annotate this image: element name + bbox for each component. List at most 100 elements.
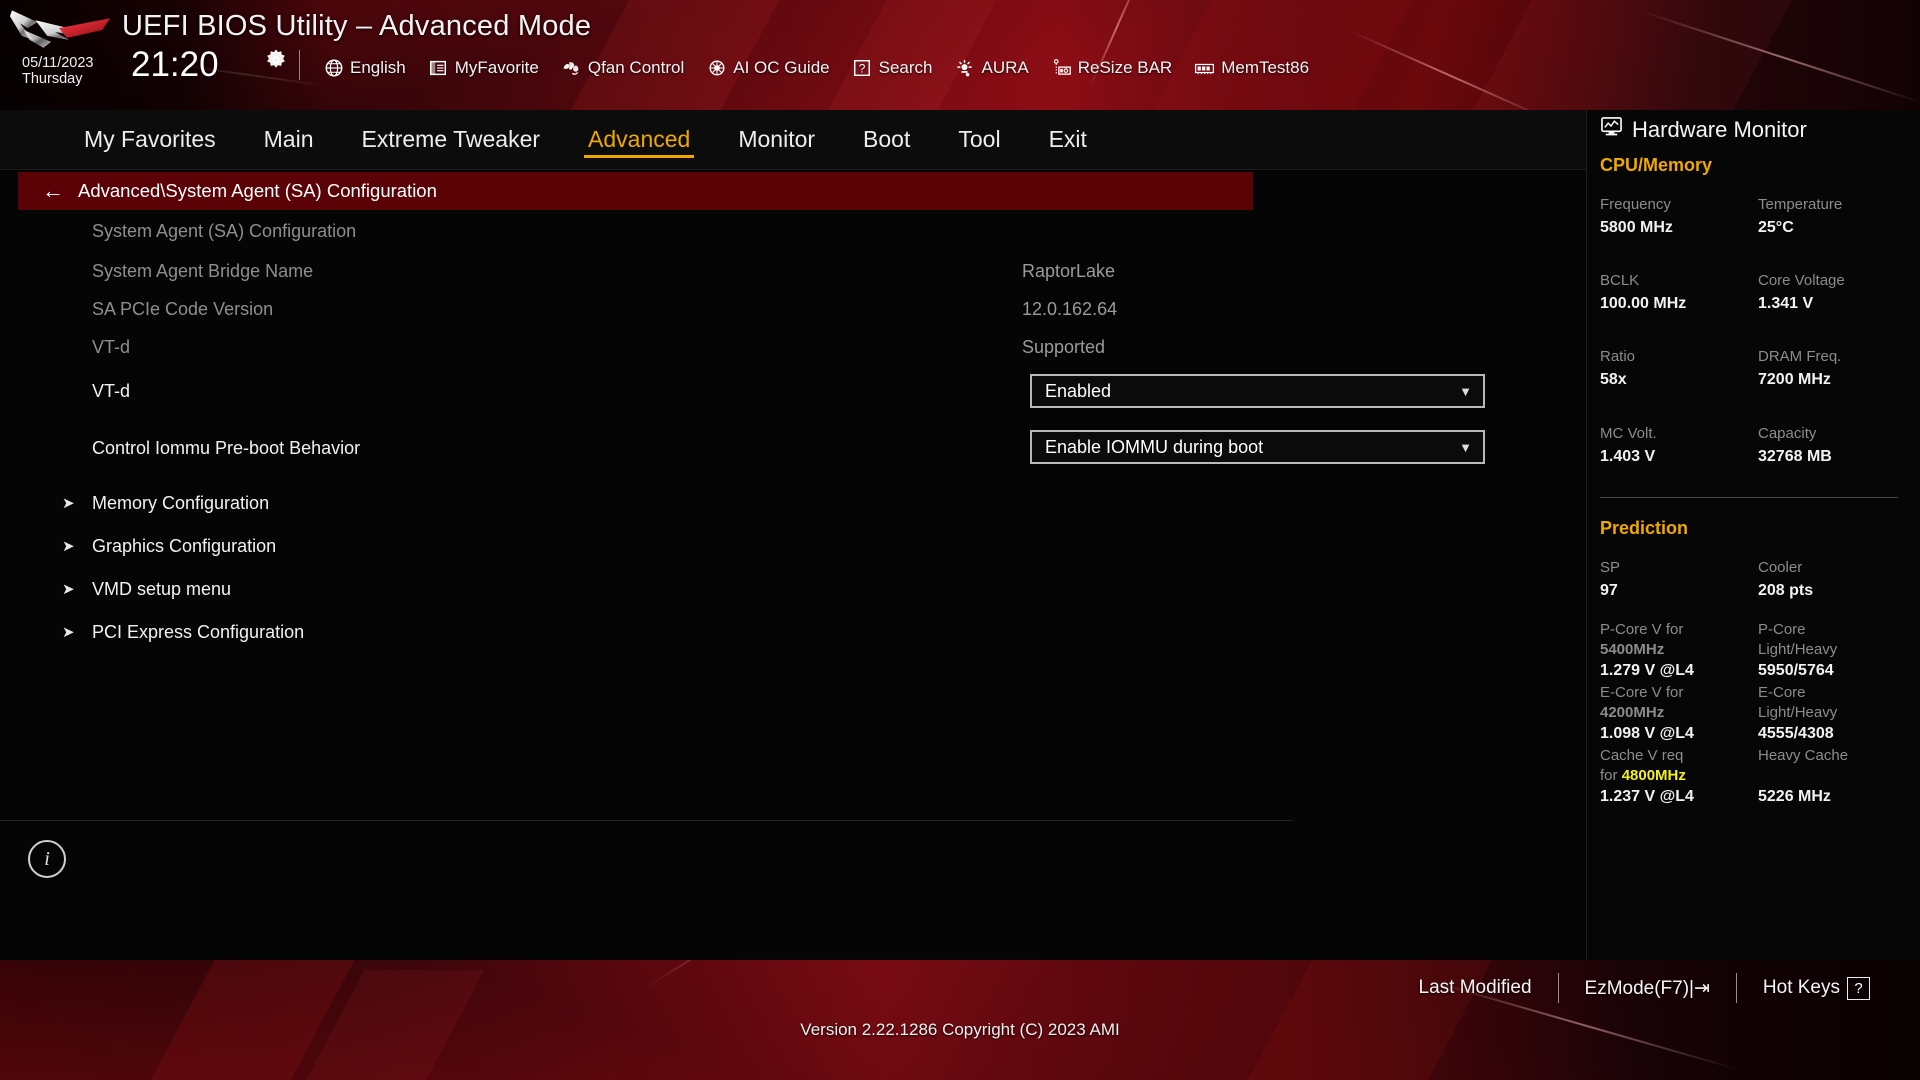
- setting-value: 12.0.162.64: [1022, 299, 1118, 319]
- globe-icon: [323, 58, 344, 79]
- footer-label: EzMode(F7)|⇥: [1584, 977, 1710, 999]
- submenu-arrow-icon: ➤: [62, 538, 75, 555]
- svg-text:?: ?: [859, 62, 866, 76]
- toolbar-item-english[interactable]: English: [312, 53, 417, 83]
- hw-key: [1758, 766, 1900, 786]
- setting-label: SA PCIe Code Version: [92, 299, 274, 319]
- tab-label: Exit: [1048, 126, 1087, 152]
- tab-advanced[interactable]: Advanced: [564, 111, 714, 169]
- hw-key-highlight: 4800MHz: [1621, 767, 1686, 784]
- hardware-monitor-title: Hardware Monitor: [1600, 116, 1807, 143]
- footer-actions: Last Modified EzMode(F7)|⇥ Hot Keys ?: [1393, 966, 1897, 1010]
- toolbar-item-myfavorite[interactable]: MyFavorite: [417, 53, 550, 83]
- vtd-dropdown-value: Enabled: [1045, 380, 1112, 401]
- fan-icon: [561, 58, 582, 79]
- toolbar-item-aura[interactable]: AURA: [943, 53, 1039, 83]
- hw-value: 100.00 MHz: [1600, 295, 1687, 312]
- tab-main[interactable]: Main: [240, 111, 338, 169]
- hw-key: Ratio: [1600, 348, 1636, 365]
- tab-exit[interactable]: Exit: [1025, 111, 1111, 169]
- setting-row-vtd[interactable]: VT-d Enabled ▼: [0, 372, 1485, 411]
- info-icon[interactable]: i: [28, 840, 66, 878]
- gear-icon[interactable]: [264, 48, 288, 72]
- weekday-text: Thursday: [22, 71, 83, 87]
- question-box-icon: ?: [1847, 976, 1870, 1000]
- settings-section-title: System Agent (SA) Configuration: [92, 221, 357, 241]
- submenu-memory-configuration[interactable]: ➤ Memory Configuration: [0, 484, 1293, 523]
- question-box-icon: ?: [852, 58, 873, 79]
- submenu-arrow-icon: ➤: [62, 624, 75, 641]
- setting-label: VT-d: [92, 337, 131, 357]
- hw-key: Cooler: [1758, 559, 1803, 576]
- submenu-vmd-setup-menu[interactable]: ➤ VMD setup menu: [0, 570, 1293, 609]
- hw-key-highlight: 5400MHz: [1600, 641, 1665, 658]
- breadcrumb[interactable]: ← Advanced\System Agent (SA) Configurati…: [18, 172, 1253, 210]
- iommu-preboot-dropdown[interactable]: Enable IOMMU during boot ▼: [1030, 430, 1485, 464]
- resize-bar-icon: [1051, 58, 1072, 79]
- submenu-graphics-configuration[interactable]: ➤ Graphics Configuration: [0, 527, 1293, 566]
- hw-value: 58x: [1600, 371, 1627, 388]
- hw-key: E-Core: [1758, 684, 1806, 701]
- hw-key: Capacity: [1758, 425, 1817, 442]
- ez-mode-button[interactable]: EzMode(F7)|⇥: [1559, 977, 1736, 1000]
- tab-monitor[interactable]: Monitor: [714, 111, 839, 169]
- hw-value: 5950/5764: [1758, 662, 1834, 679]
- hw-key: Heavy Cache: [1758, 747, 1849, 764]
- hw-pair-mc-volt-capacity: MC Volt. 1.403 V Capacity 32768 MB: [1600, 423, 1900, 468]
- monitor-icon: [1600, 116, 1623, 143]
- toolbar-label: ReSize BAR: [1077, 58, 1173, 77]
- submenu-pci-express-configuration[interactable]: ➤ PCI Express Configuration: [0, 613, 1293, 652]
- top-banner: UEFI BIOS Utility – Advanced Mode 05/11/…: [0, 0, 1920, 110]
- hw-key: Light/Heavy: [1758, 641, 1838, 658]
- toolbar-item-resize-bar[interactable]: ReSize BAR: [1040, 53, 1183, 83]
- tab-boot[interactable]: Boot: [839, 111, 934, 169]
- submenu-label: Graphics Configuration: [92, 536, 277, 556]
- vtd-dropdown[interactable]: Enabled ▼: [1030, 374, 1485, 408]
- hw-key: MC Volt.: [1600, 425, 1657, 442]
- toolbar-item-search[interactable]: ? Search: [841, 53, 944, 83]
- hw-value: 1.403 V: [1600, 448, 1656, 465]
- setting-label: Control Iommu Pre-boot Behavior: [92, 438, 361, 458]
- footer-streak: [639, 960, 811, 992]
- submenu-label: VMD setup menu: [92, 579, 232, 599]
- hw-prediction-e-core: E-Core V for 4200MHz 1.098 V @L4 E-Core …: [1600, 683, 1900, 745]
- setting-label: VT-d: [92, 381, 131, 401]
- hw-key: P-Core V for: [1600, 621, 1684, 638]
- hw-key-highlight: 4200MHz: [1600, 704, 1665, 721]
- hw-key: for: [1600, 767, 1618, 784]
- hw-key: P-Core: [1758, 621, 1806, 638]
- hw-value: 32768 MB: [1758, 448, 1832, 465]
- setting-row-sa-pcie-code-version: SA PCIe Code Version 12.0.162.64: [0, 290, 1293, 329]
- tab-label: Extreme Tweaker: [361, 126, 541, 152]
- tab-my-favorites[interactable]: My Favorites: [60, 111, 240, 169]
- hw-section-prediction: Prediction: [1600, 518, 1689, 538]
- date-text: 05/11/2023: [22, 55, 94, 71]
- setting-value: Supported: [1022, 337, 1106, 357]
- footer-label: Hot Keys: [1762, 977, 1840, 998]
- back-arrow-icon[interactable]: ←: [42, 180, 64, 202]
- hw-prediction-cache: Cache V req for 4800MHz 1.237 V @L4 Heav…: [1600, 746, 1900, 808]
- hot-keys-button[interactable]: Hot Keys ?: [1737, 976, 1896, 1000]
- submenu-label: PCI Express Configuration: [92, 622, 305, 642]
- toolbar-label: MyFavorite: [454, 58, 539, 77]
- tab-tool[interactable]: Tool: [934, 111, 1024, 169]
- setting-row-control-iommu-preboot-behavior[interactable]: Control Iommu Pre-boot Behavior Enable I…: [0, 429, 1485, 468]
- system-date: 05/11/2023 Thursday: [22, 55, 122, 88]
- content-divider: [0, 820, 1293, 821]
- toolbar-item-ai-oc-guide[interactable]: AI OC Guide: [695, 53, 840, 83]
- hw-key: BCLK: [1600, 272, 1640, 289]
- toolbar-item-qfan-control[interactable]: Qfan Control: [550, 53, 695, 83]
- setting-row-vtd-support: VT-d Supported: [0, 328, 1293, 367]
- hw-value: 1.279 V @L4: [1600, 662, 1694, 679]
- toolbar-label: MemTest86: [1221, 58, 1310, 77]
- hw-key: Temperature: [1758, 196, 1843, 213]
- tab-extreme-tweaker[interactable]: Extreme Tweaker: [338, 111, 565, 169]
- memory-module-icon: [1194, 58, 1215, 79]
- header-divider: [299, 50, 300, 80]
- hardware-monitor-title-text: Hardware Monitor: [1632, 116, 1807, 142]
- submenu-arrow-icon: ➤: [62, 581, 75, 598]
- toolbar-item-memtest86[interactable]: MemTest86: [1183, 53, 1320, 83]
- setting-value: RaptorLake: [1022, 261, 1116, 281]
- last-modified-button[interactable]: Last Modified: [1393, 977, 1558, 999]
- hw-section-cpu-memory: CPU/Memory: [1600, 155, 1713, 175]
